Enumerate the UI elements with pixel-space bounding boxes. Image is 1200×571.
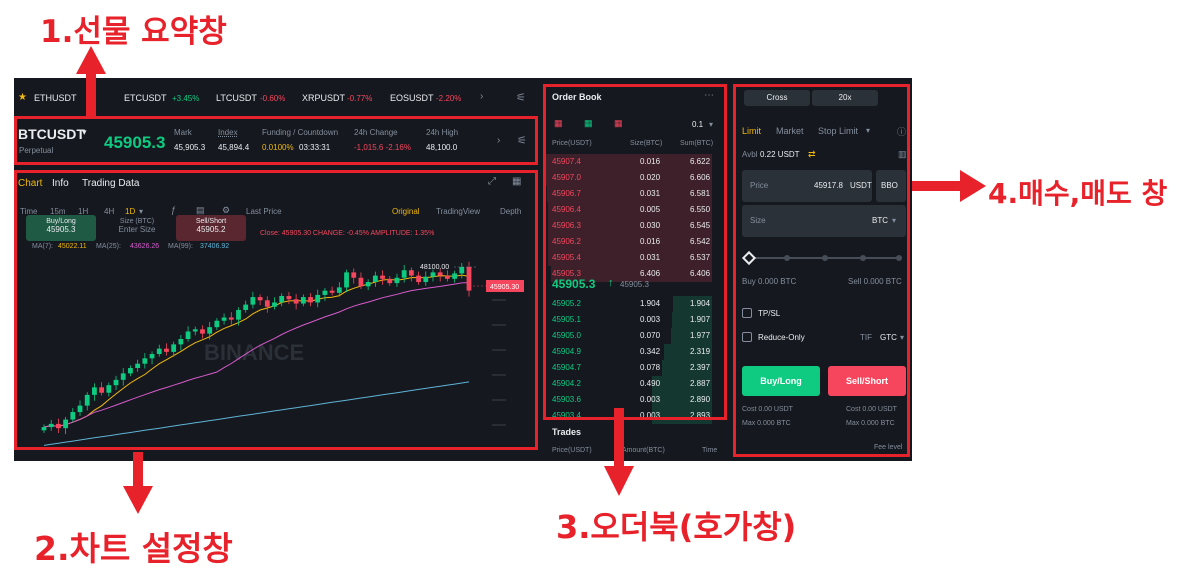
ticker-symbol[interactable]: LTCUSDT	[216, 93, 257, 103]
ticker-symbol[interactable]: ETHUSDT	[34, 93, 77, 103]
chevron-right-icon[interactable]: ›	[480, 91, 483, 102]
trades-header-amount: Amount(BTC)	[622, 447, 665, 454]
annotation-chart-settings: 2.차트 설정창	[34, 529, 233, 568]
ticker-change: -2.20%	[436, 94, 462, 103]
ticker-symbol[interactable]: EOSUSDT	[390, 93, 434, 103]
annotation-buy-sell: 4.매수,매도 창	[988, 177, 1168, 210]
highlight-order-entry	[733, 84, 910, 457]
ticker-symbol[interactable]: XRPUSDT	[302, 93, 345, 103]
ticker-change: +3.45%	[172, 94, 200, 103]
ticker-bar: ★ ETHUSDT ETCUSDT +3.45% LTCUSDT -0.60% …	[14, 78, 539, 118]
highlight-chart	[14, 170, 538, 450]
highlight-orderbook	[543, 84, 727, 420]
annotation-futures-summary: 1.선물 요약창	[40, 14, 227, 50]
trading-app: ★ ETHUSDT ETCUSDT +3.45% LTCUSDT -0.60% …	[14, 78, 912, 461]
trades-title[interactable]: Trades	[552, 427, 581, 437]
arrow-left-order-entry	[912, 170, 986, 202]
annotation-orderbook: 3.오더북(호가창)	[556, 508, 797, 546]
trades-header-time: Time	[702, 447, 718, 454]
ticker-change: -0.60%	[260, 94, 286, 103]
star-icon[interactable]: ★	[18, 92, 27, 103]
trades-header-price: Price(USDT)	[552, 447, 592, 454]
settings-sliders-icon[interactable]: ⚟	[516, 91, 526, 104]
ticker-change: -0.77%	[347, 94, 373, 103]
arrow-down-chart	[123, 452, 153, 514]
highlight-futures-summary	[14, 116, 538, 165]
ticker-symbol[interactable]: ETCUSDT	[124, 93, 167, 103]
